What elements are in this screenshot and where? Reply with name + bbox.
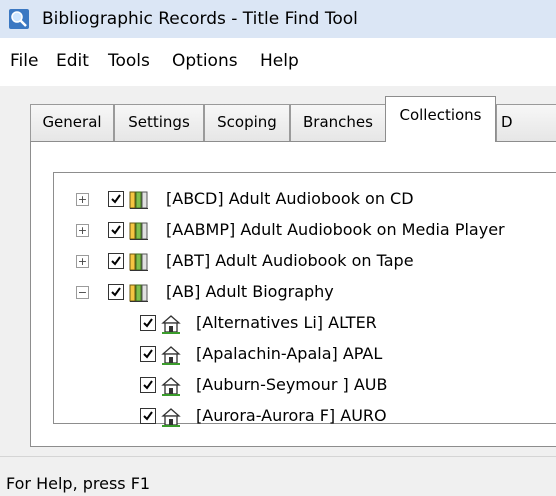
branch-label[interactable]: [Alternatives Li] ALTER — [196, 312, 377, 334]
collection-books-icon — [129, 191, 148, 209]
menu-tools[interactable]: Tools — [108, 50, 150, 72]
branch-label[interactable]: [Aurora-Aurora F] AURO — [196, 405, 387, 427]
collection-label[interactable]: [ABCD] Adult Audiobook on CD — [166, 188, 414, 210]
branch-label[interactable]: [Apalachin-Apala] APAL — [196, 343, 382, 365]
collections-panel: + [ABCD] Adult Audiobook on CD + [AABMP]… — [30, 141, 556, 447]
collapse-icon[interactable]: − — [76, 286, 89, 299]
collections-tree[interactable]: + [ABCD] Adult Audiobook on CD + [AABMP]… — [53, 172, 556, 427]
library-branch-icon — [161, 377, 181, 396]
tree-row-aabmp: + [AABMP] Adult Audiobook on Media Playe… — [54, 216, 554, 246]
tab-settings[interactable]: Settings — [114, 104, 204, 141]
expand-icon[interactable]: + — [76, 224, 89, 237]
menu-help[interactable]: Help — [260, 50, 299, 72]
status-text: For Help, press F1 — [6, 474, 151, 493]
collection-books-icon — [129, 253, 148, 271]
tree-row-branch-aub: [Auburn-Seymour ] AUB — [54, 371, 554, 401]
title-bar: Bibliographic Records - Title Find Tool — [0, 0, 556, 38]
status-bar: For Help, press F1 — [0, 456, 556, 496]
tab-general[interactable]: General — [30, 104, 114, 141]
collection-checkbox[interactable] — [108, 284, 124, 300]
menu-edit[interactable]: Edit — [56, 50, 89, 72]
tree-row-abcd: + [ABCD] Adult Audiobook on CD — [54, 185, 554, 215]
branch-checkbox[interactable] — [140, 315, 156, 331]
menu-file[interactable]: File — [10, 50, 38, 72]
library-branch-icon — [161, 315, 181, 334]
tree-row-branch-alter: [Alternatives Li] ALTER — [54, 309, 554, 339]
collection-books-icon — [129, 222, 148, 240]
collection-label[interactable]: [ABT] Adult Audiobook on Tape — [166, 250, 414, 272]
menu-bar: File Edit Tools Options Help — [0, 38, 556, 86]
collection-label[interactable]: [AABMP] Adult Audiobook on Media Player — [166, 219, 505, 241]
branch-checkbox[interactable] — [140, 408, 156, 424]
dialog-body: General Settings Scoping Branches Collec… — [0, 86, 556, 456]
collection-checkbox[interactable] — [108, 222, 124, 238]
tree-row-abt: + [ABT] Adult Audiobook on Tape — [54, 247, 554, 277]
library-branch-icon — [161, 408, 181, 427]
expand-icon[interactable]: + — [76, 255, 89, 268]
tree-row-ab: − [AB] Adult Biography — [54, 278, 554, 308]
tab-d[interactable]: D — [496, 104, 556, 141]
branch-label[interactable]: [Auburn-Seymour ] AUB — [196, 374, 387, 396]
branch-checkbox[interactable] — [140, 346, 156, 362]
branch-checkbox[interactable] — [140, 377, 156, 393]
tree-row-branch-auro: [Aurora-Aurora F] AURO — [54, 402, 554, 432]
collection-label[interactable]: [AB] Adult Biography — [166, 281, 334, 303]
tree-row-branch-apal: [Apalachin-Apala] APAL — [54, 340, 554, 370]
menu-options[interactable]: Options — [172, 50, 238, 72]
window-title: Bibliographic Records - Title Find Tool — [42, 9, 358, 29]
collection-checkbox[interactable] — [108, 253, 124, 269]
search-records-icon — [9, 9, 29, 29]
collection-checkbox[interactable] — [108, 191, 124, 207]
tab-collections[interactable]: Collections — [385, 96, 496, 142]
collection-books-icon — [129, 284, 148, 302]
library-branch-icon — [161, 346, 181, 365]
tab-scoping[interactable]: Scoping — [204, 104, 290, 141]
expand-icon[interactable]: + — [76, 193, 89, 206]
tab-branches[interactable]: Branches — [290, 104, 386, 141]
